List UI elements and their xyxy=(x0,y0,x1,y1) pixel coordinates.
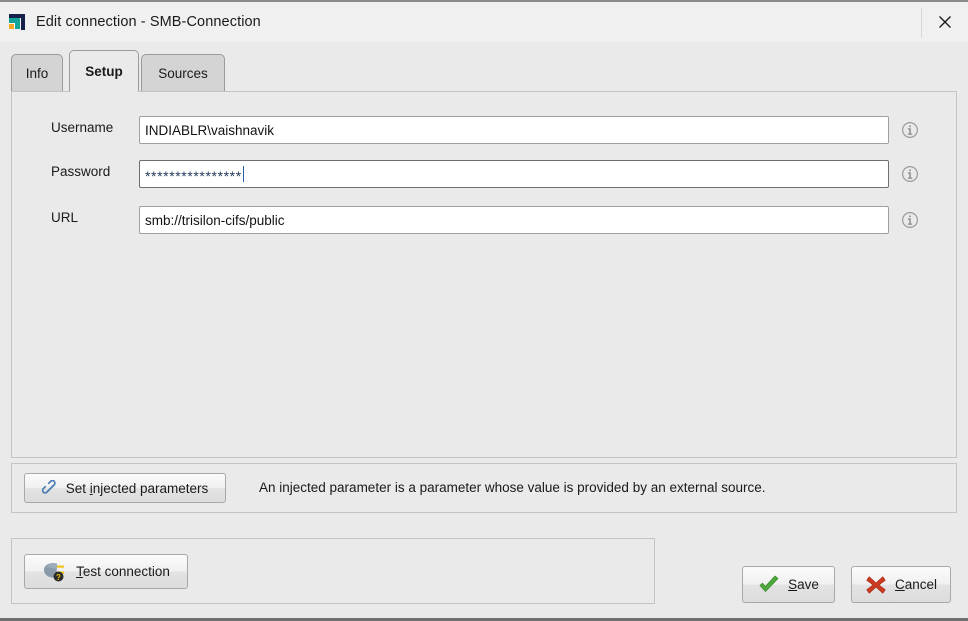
set-injected-parameters-button[interactable]: Set injected parameters xyxy=(24,473,226,503)
username-label: Username xyxy=(51,120,114,135)
injected-parameters-panel: Set injected parameters An injected para… xyxy=(11,463,957,513)
url-row: URL xyxy=(12,206,956,234)
close-window-button[interactable] xyxy=(922,2,968,42)
tab-info[interactable]: Info xyxy=(11,54,63,92)
username-row: Username xyxy=(12,116,956,144)
username-info-icon[interactable] xyxy=(901,121,919,139)
username-input[interactable] xyxy=(139,116,889,144)
tab-sources[interactable]: Sources xyxy=(141,54,225,92)
setup-form-panel: Username Password **************** xyxy=(11,91,957,458)
svg-text:?: ? xyxy=(56,573,61,582)
save-button[interactable]: Save xyxy=(742,566,835,603)
password-info-icon[interactable] xyxy=(901,165,919,183)
save-button-label: Save xyxy=(788,577,819,592)
cancel-button-label: Cancel xyxy=(894,577,938,592)
plug-question-icon: ? xyxy=(42,561,68,583)
tab-setup[interactable]: Setup xyxy=(69,50,139,92)
app-logo-icon xyxy=(8,13,26,31)
test-connection-label: Test connection xyxy=(76,564,170,579)
tab-info-label: Info xyxy=(25,65,49,81)
set-injected-parameters-label: Set injected parameters xyxy=(65,480,209,496)
window-titlebar: Edit connection - SMB-Connection xyxy=(0,0,968,42)
url-label: URL xyxy=(51,210,79,225)
tab-sources-label: Sources xyxy=(158,65,208,81)
red-cross-icon xyxy=(865,575,887,595)
password-masked-value: **************** xyxy=(145,168,242,184)
password-label: Password xyxy=(51,164,111,179)
test-connection-button[interactable]: ? Test connection xyxy=(24,554,188,589)
tab-strip: Info Setup Sources xyxy=(0,42,968,92)
text-caret xyxy=(242,166,244,182)
window-title: Edit connection - SMB-Connection xyxy=(36,14,261,30)
cancel-button[interactable]: Cancel xyxy=(851,566,951,603)
close-icon xyxy=(939,16,951,28)
password-row: Password **************** xyxy=(12,160,956,188)
url-input[interactable] xyxy=(139,206,889,234)
test-connection-panel: ? Test connection xyxy=(11,538,655,604)
url-info-icon[interactable] xyxy=(901,211,919,229)
injected-parameters-note: An injected parameter is a parameter who… xyxy=(259,480,766,495)
tab-setup-label: Setup xyxy=(85,63,123,79)
green-check-icon xyxy=(758,575,780,595)
password-input[interactable]: **************** xyxy=(139,160,889,188)
chain-link-icon xyxy=(41,479,59,497)
